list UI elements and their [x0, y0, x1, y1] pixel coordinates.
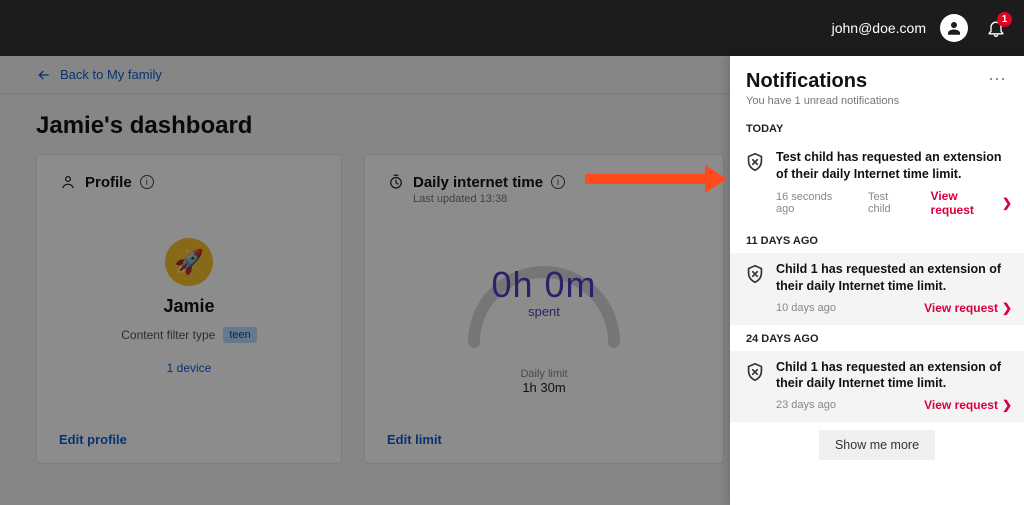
chevron-right-icon: ❯ — [1002, 196, 1012, 210]
notification-title: Child 1 has requested an extension of th… — [776, 261, 1012, 295]
view-request-link[interactable]: View request ❯ — [931, 189, 1012, 217]
view-request-link[interactable]: View request ❯ — [924, 301, 1012, 315]
notification-time: 10 days ago — [776, 302, 836, 314]
show-more-button[interactable]: Show me more — [819, 430, 935, 460]
notification-title: Test child has requested an extension of… — [776, 149, 1012, 183]
annotation-arrow — [585, 165, 727, 193]
user-email: john@doe.com — [832, 20, 926, 36]
view-request-link[interactable]: View request ❯ — [924, 398, 1012, 412]
shield-x-icon — [744, 151, 766, 173]
top-bar: john@doe.com 1 — [0, 0, 1024, 56]
chevron-right-icon: ❯ — [1002, 398, 1012, 412]
notification-item[interactable]: Child 1 has requested an extension of th… — [730, 351, 1024, 423]
notifications-panel: Notifications You have 1 unread notifica… — [730, 56, 1024, 505]
panel-subtitle: You have 1 unread notifications — [746, 95, 899, 107]
notification-time: 23 days ago — [776, 399, 836, 411]
shield-x-icon — [744, 263, 766, 285]
shield-x-icon — [744, 361, 766, 383]
notification-item[interactable]: Test child has requested an extension of… — [730, 141, 1024, 227]
person-icon — [945, 19, 963, 37]
notification-badge: 1 — [997, 12, 1012, 27]
chevron-right-icon: ❯ — [1002, 301, 1012, 315]
notification-item[interactable]: Child 1 has requested an extension of th… — [730, 253, 1024, 325]
panel-more-icon[interactable]: ⋯ — [988, 70, 1008, 88]
user-avatar[interactable] — [940, 14, 968, 42]
notification-who: Test child — [868, 191, 911, 215]
notif-group-label: TODAY — [730, 115, 1024, 141]
panel-title: Notifications — [746, 70, 899, 93]
notif-group-label: 11 DAYS AGO — [730, 227, 1024, 253]
notif-group-label: 24 DAYS AGO — [730, 325, 1024, 351]
notification-time: 16 seconds ago — [776, 191, 848, 215]
notification-title: Child 1 has requested an extension of th… — [776, 359, 1012, 393]
notifications-bell[interactable]: 1 — [982, 16, 1006, 40]
